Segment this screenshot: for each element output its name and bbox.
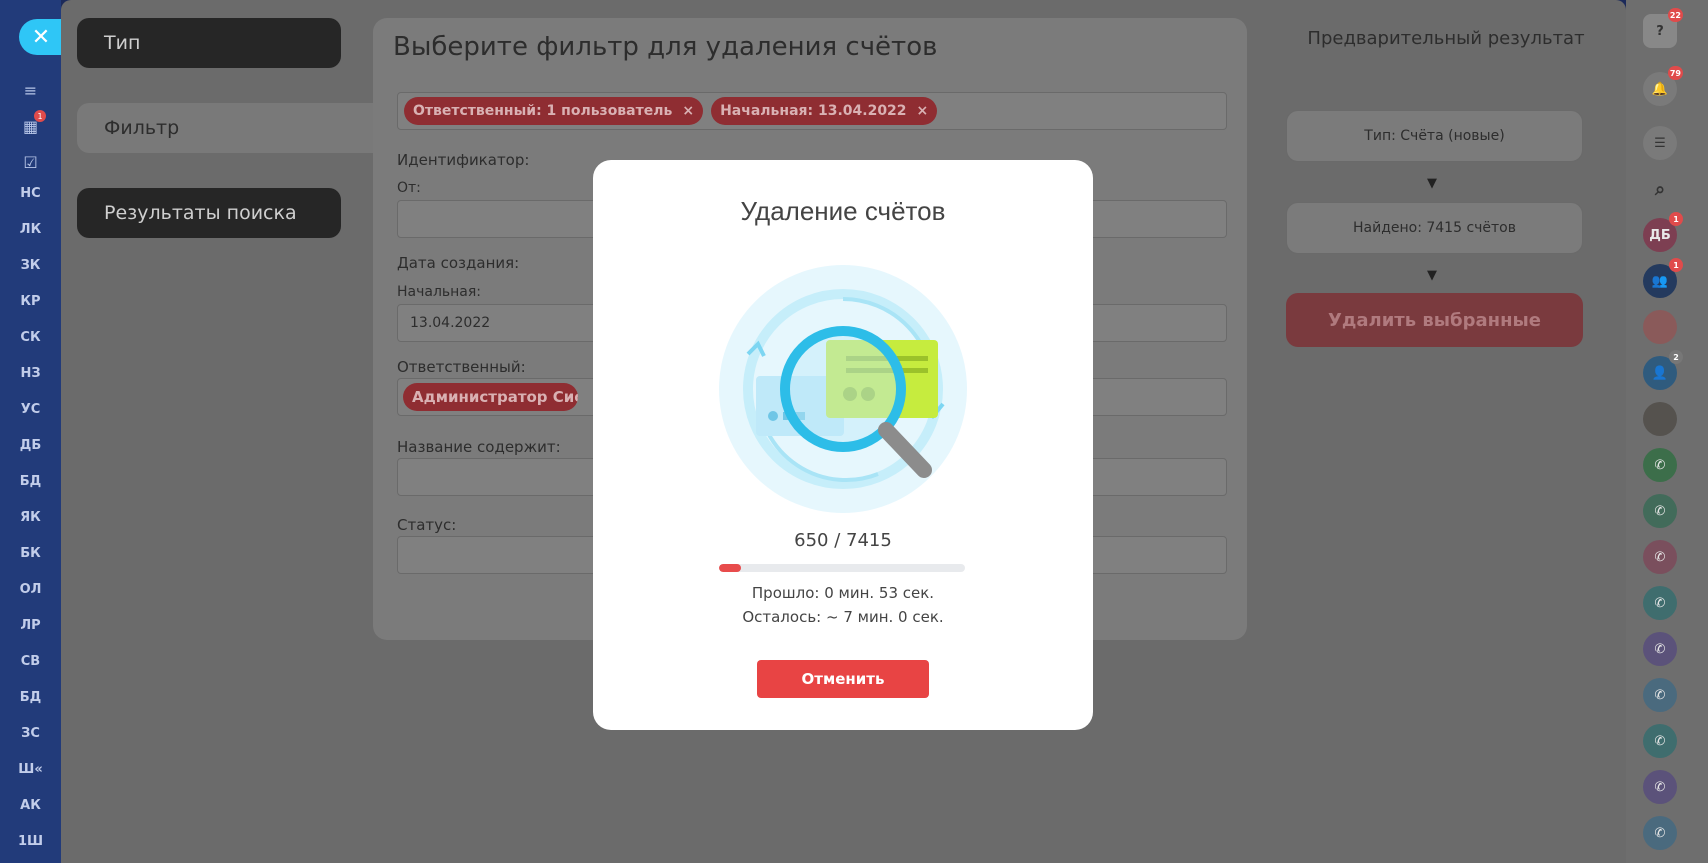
left-sidebar-item[interactable]: БД — [0, 463, 61, 499]
left-sidebar-item[interactable]: БК — [0, 535, 61, 571]
left-sidebar-item[interactable]: АК — [0, 787, 61, 823]
left-sidebar-item[interactable]: НС — [0, 175, 61, 211]
users-badge: 2 — [1669, 350, 1683, 364]
type-box: Тип: Счёта (новые) — [1286, 110, 1583, 162]
arrow-down-icon: ▼ — [1427, 176, 1437, 191]
filter-chip-label: Ответственный: 1 пользователь — [413, 103, 673, 119]
filter-title: Выберите фильтр для удаления счётов — [393, 32, 938, 62]
avatar[interactable] — [1643, 310, 1677, 344]
phone-icon[interactable]: ✆ — [1643, 632, 1677, 666]
date-label: Дата создания: — [397, 254, 520, 272]
dialog-title: Удаление счётов — [740, 196, 946, 226]
left-sidebar-badge: 1 — [34, 110, 46, 122]
remaining-time: Осталось: ~ 7 мин. 0 сек. — [742, 608, 944, 626]
right-sidebar: ? 22 🔔 79 ☰ ⌕ ДБ 1 👥 1 👤 2 ✆ ✆ ✆ ✆ ✆ ✆ ✆ ✆ ✆ — [1626, 0, 1708, 863]
help-badge: 22 — [1667, 8, 1683, 22]
wizard-nav: Тип Фильтр Результаты поиска — [77, 18, 392, 273]
avatar-label: ДБ — [1649, 227, 1671, 243]
left-sidebar-item[interactable]: СК — [0, 319, 61, 355]
calendar-icon[interactable]: ▦ 1 — [0, 108, 61, 144]
search-illustration-icon — [719, 265, 967, 513]
phone-icon[interactable]: ✆ — [1643, 770, 1677, 804]
preview-title: Предварительный результат — [1307, 28, 1585, 49]
chip-remove-icon[interactable]: × — [682, 103, 694, 119]
found-box: Найдено: 7415 счётов — [1286, 202, 1583, 254]
left-sidebar-item[interactable]: УС — [0, 391, 61, 427]
filter-icon[interactable]: ≡ — [0, 72, 61, 108]
preview-panel: Предварительный результат Тип: Счёта (но… — [1281, 18, 1611, 347]
progress-count: 650 / 7415 — [794, 530, 892, 551]
left-sidebar-item[interactable]: ОЛ — [0, 571, 61, 607]
nav-step-results[interactable]: Результаты поиска — [77, 188, 341, 238]
group-badge: 1 — [1669, 258, 1683, 272]
left-sidebar-items: НС ЛК ЗК КР СК НЗ УС ДБ БД ЯК БК ОЛ ЛР СВ БД ЗС Ш« АК 1Ш — [0, 175, 61, 859]
left-sidebar-item[interactable]: ЗК — [0, 247, 61, 283]
left-sidebar-tools: ≡ ▦ 1 ☑ — [0, 72, 61, 180]
left-sidebar-item[interactable]: БД — [0, 679, 61, 715]
filter-chip-label: Начальная: 13.04.2022 — [720, 103, 907, 119]
filter-chips-field[interactable]: Ответственный: 1 пользователь × Начальная… — [397, 92, 1227, 130]
name-contains-label: Название содержит: — [397, 438, 561, 456]
left-sidebar-item[interactable]: ДБ — [0, 427, 61, 463]
close-icon[interactable]: ✕ — [19, 19, 63, 55]
bell-badge: 79 — [1667, 66, 1683, 80]
responsible-chip[interactable]: Администратор Системы — [403, 383, 578, 411]
nav-step-type[interactable]: Тип — [77, 18, 341, 68]
delete-progress-dialog: Удаление счётов 650 / 7415 Прошло: 0 мин… — [593, 160, 1093, 730]
left-sidebar-item[interactable]: ЗС — [0, 715, 61, 751]
users-icon[interactable]: 👤 2 — [1643, 350, 1683, 390]
phone-icon[interactable]: ✆ — [1643, 678, 1677, 712]
search-icon[interactable]: ⌕ — [1643, 172, 1677, 206]
left-sidebar-item[interactable]: ЛК — [0, 211, 61, 247]
progress-bar — [719, 564, 965, 572]
phone-icon[interactable]: ✆ — [1643, 448, 1677, 482]
delete-selected-button[interactable]: Удалить выбранные — [1286, 293, 1583, 347]
left-sidebar: ✕ ≡ ▦ 1 ☑ НС ЛК ЗК КР СК НЗ УС ДБ БД ЯК БК ОЛ ЛР СВ БД ЗС Ш… — [0, 0, 63, 863]
progress-bar-fill — [719, 564, 741, 572]
from-label: От: — [397, 180, 421, 196]
left-sidebar-item[interactable]: ЯК — [0, 499, 61, 535]
filter-chip[interactable]: Начальная: 13.04.2022 × — [711, 97, 938, 125]
arrow-down-icon: ▼ — [1427, 268, 1437, 283]
chip-remove-icon[interactable]: × — [917, 103, 929, 119]
left-sidebar-item[interactable]: 1Ш — [0, 823, 61, 859]
elapsed-time: Прошло: 0 мин. 53 сек. — [751, 584, 935, 602]
bell-icon[interactable]: 🔔 79 — [1643, 66, 1683, 106]
status-label: Статус: — [397, 516, 457, 534]
group-chat-icon[interactable]: 👥 1 — [1643, 258, 1683, 298]
start-label: Начальная: — [397, 284, 482, 300]
left-sidebar-item[interactable]: Ш« — [0, 751, 61, 787]
nav-step-filter[interactable]: Фильтр — [77, 103, 392, 153]
phone-icon[interactable]: ✆ — [1643, 586, 1677, 620]
left-sidebar-item[interactable]: СВ — [0, 643, 61, 679]
avatar-badge: 1 — [1669, 212, 1683, 226]
chat-icon[interactable]: ☰ — [1643, 126, 1677, 160]
phone-icon[interactable]: ✆ — [1643, 724, 1677, 758]
left-sidebar-item[interactable]: КР — [0, 283, 61, 319]
left-sidebar-item[interactable]: НЗ — [0, 355, 61, 391]
phone-icon[interactable]: ✆ — [1643, 540, 1677, 574]
id-label: Идентификатор: — [397, 151, 530, 169]
phone-icon[interactable]: ✆ — [1643, 816, 1677, 850]
help-icon[interactable]: ? 22 — [1643, 8, 1683, 48]
phone-icon[interactable]: ✆ — [1643, 494, 1677, 528]
filter-chip[interactable]: Ответственный: 1 пользователь × — [404, 97, 704, 125]
responsible-label: Ответственный: — [397, 358, 526, 376]
left-sidebar-item[interactable]: ЛР — [0, 607, 61, 643]
cancel-button[interactable]: Отменить — [757, 660, 929, 698]
avatar-db[interactable]: ДБ 1 — [1643, 212, 1683, 252]
avatar[interactable] — [1643, 402, 1677, 436]
